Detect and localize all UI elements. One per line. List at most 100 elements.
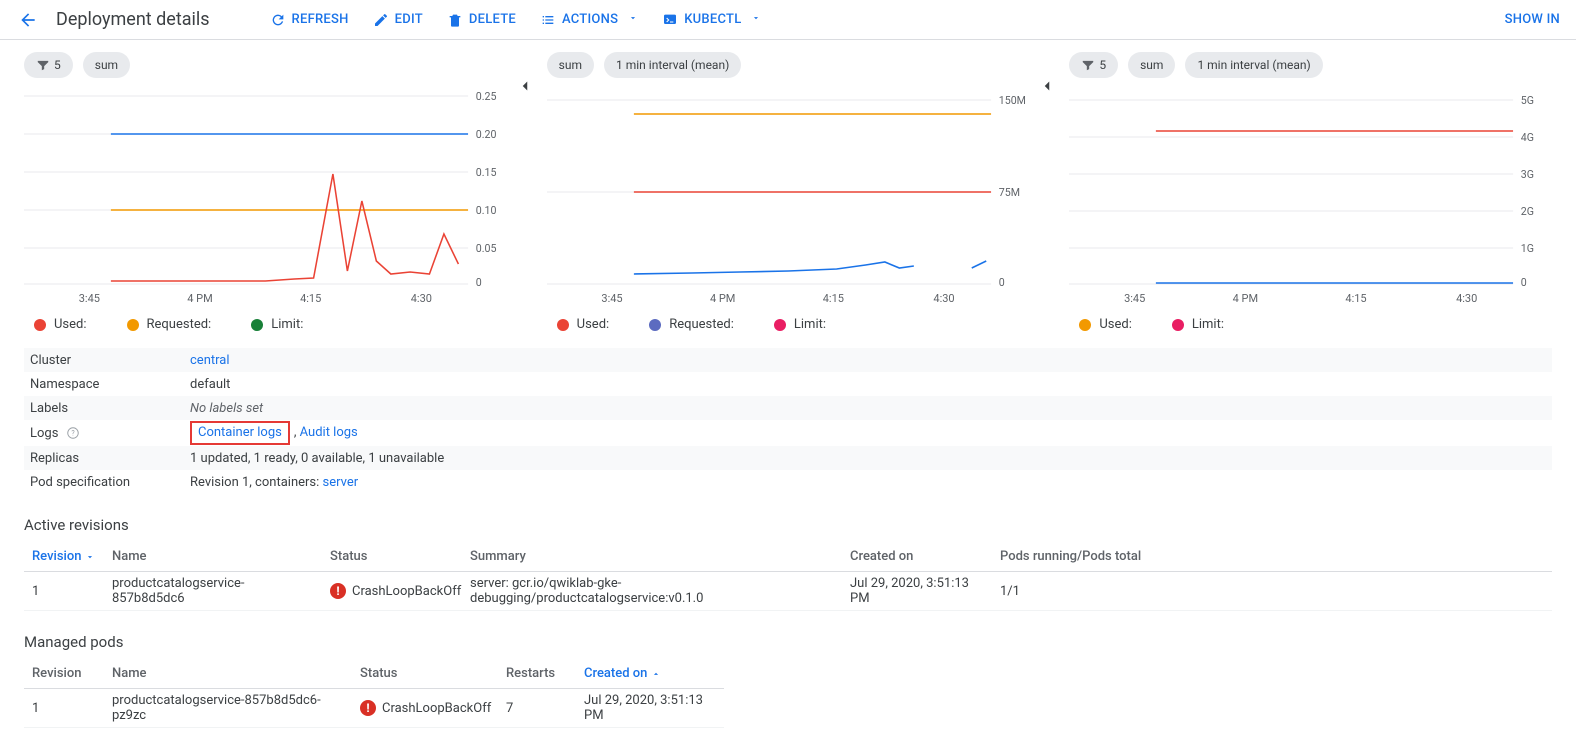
chart-panel-cpu: 5 sum 0.25 0.20 0.15 0.10 0.05 0	[24, 52, 507, 332]
details-row-replicas: Replicas 1 updated, 1 ready, 0 available…	[24, 446, 1552, 470]
th-revision[interactable]: Revision	[24, 662, 104, 685]
filter-chip[interactable]: 5	[24, 52, 73, 78]
svg-text:?: ?	[71, 429, 75, 437]
container-logs-link[interactable]: Container logs	[198, 425, 282, 440]
filter-count: 5	[1099, 58, 1106, 72]
svg-text:75M: 75M	[998, 186, 1019, 199]
svg-text:4G: 4G	[1521, 131, 1534, 144]
show-in-button[interactable]: SHOW IN	[1493, 2, 1560, 38]
details-key: Labels	[30, 401, 190, 416]
charts-row: 5 sum 0.25 0.20 0.15 0.10 0.05 0	[0, 40, 1576, 340]
chart-legend: Used: Limit:	[1069, 305, 1552, 332]
page-title: Deployment details	[56, 9, 210, 30]
td-revision: 1	[24, 580, 104, 603]
details-row-podspec: Pod specification Revision 1, containers…	[24, 470, 1552, 494]
aggregation-chip[interactable]: sum	[1128, 52, 1175, 78]
error-icon: !	[360, 700, 376, 716]
th-status[interactable]: Status	[352, 662, 498, 685]
chart-prev-button[interactable]	[513, 74, 537, 98]
svg-text:0.10: 0.10	[476, 204, 497, 217]
td-created: Jul 29, 2020, 3:51:13 PM	[576, 689, 724, 727]
td-summary: server: gcr.io/qwiklab-gke-debugging/pro…	[462, 572, 842, 610]
details-value: No labels set	[190, 401, 1546, 416]
svg-text:3G: 3G	[1521, 168, 1534, 181]
aggregation-chip[interactable]: sum	[547, 52, 594, 78]
interval-chip[interactable]: 1 min interval (mean)	[1185, 52, 1322, 78]
table-header: Revision Name Status Restarts Created on	[24, 659, 724, 689]
td-created: Jul 29, 2020, 3:51:13 PM	[842, 572, 992, 610]
details-value: default	[190, 377, 1546, 392]
top-toolbar: Deployment details REFRESH EDIT DELETE A…	[0, 0, 1576, 40]
actions-button[interactable]: ACTIONS	[528, 2, 650, 38]
chart-panel-disk: 5 sum 1 min interval (mean) 5G 4G 3G 2G …	[1069, 52, 1552, 332]
section-title-revisions: Active revisions	[24, 516, 1552, 534]
edit-button[interactable]: EDIT	[361, 2, 435, 38]
svg-text:0.15: 0.15	[476, 166, 497, 179]
chart-legend: Used: Requested: Limit:	[24, 305, 507, 332]
sort-revision[interactable]: Revision	[32, 549, 95, 564]
chart-panel-memory: sum 1 min interval (mean) 150M 75M 0	[547, 52, 1030, 332]
svg-text:1G: 1G	[1521, 242, 1534, 255]
details-row-logs: Logs ? Container logs, Audit logs	[24, 420, 1552, 446]
details-key: Replicas	[30, 451, 190, 466]
sort-created[interactable]: Created on	[584, 666, 661, 681]
aggregation-chip[interactable]: sum	[83, 52, 130, 78]
x-axis: 3:454 PM4:154:30	[547, 286, 1030, 305]
legend-dot-used	[34, 319, 46, 331]
th-name[interactable]: Name	[104, 545, 322, 568]
cluster-link[interactable]: central	[190, 353, 230, 368]
show-in-label: SHOW IN	[1505, 12, 1560, 27]
chart-cpu[interactable]: 0.25 0.20 0.15 0.10 0.05 0	[24, 86, 507, 286]
legend-dot-limit	[1172, 319, 1184, 331]
svg-text:0: 0	[476, 276, 482, 286]
th-pods[interactable]: Pods running/Pods total	[992, 545, 1552, 568]
chart-prev-button[interactable]	[1035, 74, 1059, 98]
status-cell: !CrashLoopBackOff	[360, 700, 491, 716]
help-icon[interactable]: ?	[66, 426, 80, 440]
table-row[interactable]: 1 productcatalogservice-857b8d5dc6 !Cras…	[24, 572, 1552, 611]
svg-text:150M: 150M	[998, 94, 1025, 107]
th-restarts[interactable]: Restarts	[498, 662, 576, 685]
refresh-label: REFRESH	[292, 12, 349, 27]
back-button[interactable]	[16, 8, 40, 32]
kubectl-button[interactable]: KUBECTL	[650, 2, 773, 38]
delete-button[interactable]: DELETE	[435, 2, 528, 38]
x-axis: 3:454 PM4:154:30	[24, 286, 507, 305]
svg-text:0: 0	[998, 276, 1004, 286]
chart-disk[interactable]: 5G 4G 3G 2G 1G 0	[1069, 86, 1552, 286]
audit-logs-link[interactable]: Audit logs	[300, 425, 358, 440]
th-summary[interactable]: Summary	[462, 545, 842, 568]
actions-label: ACTIONS	[562, 12, 618, 27]
td-restarts: 7	[498, 697, 576, 720]
refresh-button[interactable]: REFRESH	[258, 2, 361, 38]
edit-label: EDIT	[395, 12, 423, 27]
td-revision: 1	[24, 697, 104, 720]
details-table: Cluster central Namespace default Labels…	[24, 348, 1552, 494]
podspec-server-link[interactable]: server	[323, 475, 359, 490]
revisions-table: Revision Name Status Summary Created on …	[24, 542, 1552, 611]
legend-dot-used	[1079, 319, 1091, 331]
th-created[interactable]: Created on	[842, 545, 992, 568]
delete-label: DELETE	[469, 12, 516, 27]
section-title-pods: Managed pods	[24, 633, 1552, 651]
svg-text:0.25: 0.25	[476, 90, 497, 103]
details-value: Revision 1, containers: server	[190, 475, 1546, 490]
details-value: Container logs, Audit logs	[190, 421, 1546, 445]
table-row[interactable]: 1 productcatalogservice-857b8d5dc6-pz9zc…	[24, 689, 724, 728]
x-axis: 3:454 PM4:154:30	[1069, 286, 1552, 305]
th-name[interactable]: Name	[104, 662, 352, 685]
kubectl-label: KUBECTL	[684, 12, 741, 27]
svg-text:0.20: 0.20	[476, 128, 497, 141]
details-key: Cluster	[30, 353, 190, 368]
svg-text:0.05: 0.05	[476, 242, 497, 255]
svg-text:0: 0	[1521, 276, 1527, 286]
filter-chip[interactable]: 5	[1069, 52, 1118, 78]
legend-dot-used	[557, 319, 569, 331]
th-status[interactable]: Status	[322, 545, 462, 568]
interval-chip[interactable]: 1 min interval (mean)	[604, 52, 741, 78]
chart-memory[interactable]: 150M 75M 0	[547, 86, 1030, 286]
container-logs-highlight: Container logs	[190, 421, 290, 445]
td-name: productcatalogservice-857b8d5dc6-pz9zc	[104, 689, 352, 727]
chart-legend: Used: Requested: Limit:	[547, 305, 1030, 332]
table-header: Revision Name Status Summary Created on …	[24, 542, 1552, 572]
